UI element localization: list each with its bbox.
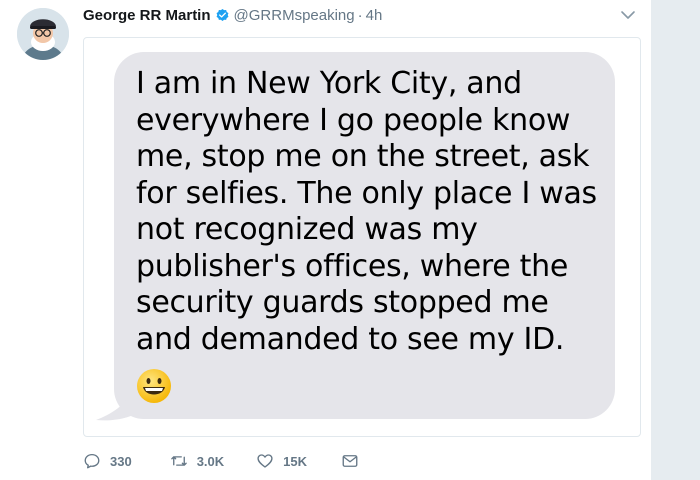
- tweet-card[interactable]: George RR Martin @GRRMspeaking · 4h I am…: [0, 0, 651, 480]
- tweet-timestamp[interactable]: 4h: [366, 7, 383, 24]
- tweet-image[interactable]: I am in New York City, and everywhere I …: [83, 37, 641, 437]
- direct-message-button[interactable]: [341, 452, 359, 470]
- like-count: 15K: [283, 453, 308, 469]
- reply-count: 330: [110, 453, 132, 469]
- author-handle[interactable]: @GRRMspeaking: [234, 7, 355, 24]
- tweet-actions: 330 3.0K 15K: [83, 450, 359, 472]
- like-icon: [257, 454, 273, 468]
- tweet-header: George RR Martin @GRRMspeaking · 4h: [83, 5, 382, 25]
- grinning-face-emoji-icon: [137, 369, 171, 403]
- separator-dot: ·: [357, 6, 363, 24]
- like-button[interactable]: 15K: [256, 452, 307, 470]
- reply-icon: [84, 453, 100, 469]
- direct-message-icon: [342, 455, 358, 467]
- reply-button[interactable]: 330: [83, 452, 132, 470]
- avatar[interactable]: [17, 8, 69, 60]
- retweet-count: 3.0K: [196, 453, 225, 469]
- verified-badge-icon: [215, 8, 230, 23]
- message-text: I am in New York City, and everywhere I …: [136, 66, 597, 357]
- retweet-button[interactable]: 3.0K: [170, 452, 224, 470]
- chevron-down-icon[interactable]: [620, 8, 636, 22]
- retweet-icon: [170, 456, 187, 466]
- author-name[interactable]: George RR Martin: [83, 7, 211, 24]
